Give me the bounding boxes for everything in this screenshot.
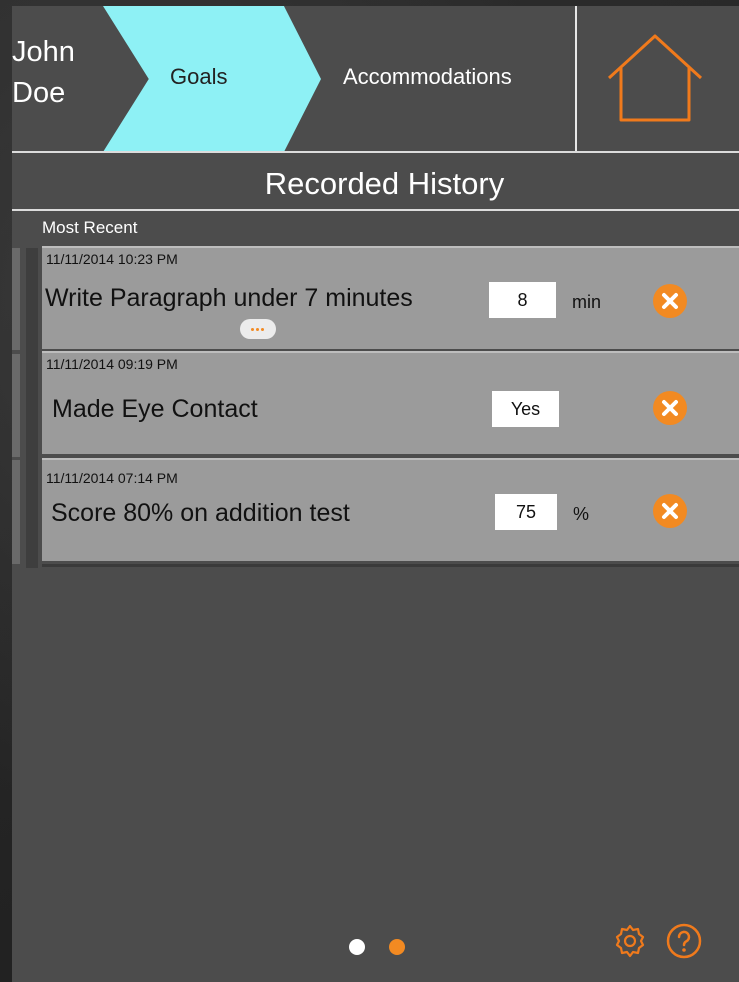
entry-goal: Score 80% on addition test	[51, 499, 350, 527]
page-edge	[12, 460, 20, 564]
history-entry[interactable]: 11/11/2014 07:14 PM Score 80% on additio…	[42, 458, 739, 561]
title-separator	[12, 209, 739, 211]
entry-value-field[interactable]	[489, 282, 556, 318]
delete-entry-button[interactable]	[653, 284, 687, 318]
entry-timestamp: 11/11/2014 09:19 PM	[46, 356, 178, 372]
header-separator	[12, 151, 739, 153]
entry-goal: Write Paragraph under 7 minutes	[45, 284, 413, 312]
close-icon	[662, 293, 678, 309]
tab-goals-label: Goals	[170, 64, 228, 89]
home-button[interactable]	[577, 6, 739, 152]
more-options-button[interactable]	[240, 319, 276, 339]
page-edge-shadow	[26, 248, 38, 568]
history-entry[interactable]: 11/11/2014 10:23 PM Write Paragraph unde…	[42, 246, 739, 349]
entry-unit: min	[572, 292, 602, 312]
student-name: John Doe	[12, 36, 75, 109]
entry-timestamp: 11/11/2014 07:14 PM	[46, 470, 178, 486]
page-edge	[12, 248, 20, 350]
close-icon	[662, 400, 678, 416]
close-icon	[662, 503, 678, 519]
ellipsis-dot	[261, 328, 264, 331]
delete-entry-button[interactable]	[653, 494, 687, 528]
page-title: Recorded History	[264, 166, 505, 201]
ellipsis-dot	[256, 328, 259, 331]
ellipsis-dot	[251, 328, 254, 331]
help-button[interactable]	[665, 922, 703, 960]
tab-accommodations-label: Accommodations	[343, 64, 512, 89]
entry-goal: Made Eye Contact	[52, 395, 258, 423]
page-dot-2[interactable]	[389, 939, 405, 955]
sort-label: Most Recent	[42, 218, 138, 237]
help-icon	[666, 923, 702, 959]
entry-value-field[interactable]	[495, 494, 557, 530]
list-bottom-shadow	[42, 564, 739, 567]
settings-button[interactable]	[611, 922, 649, 960]
entry-timestamp: 11/11/2014 10:23 PM	[46, 251, 178, 267]
entry-unit: %	[573, 504, 590, 524]
delete-entry-button[interactable]	[653, 391, 687, 425]
home-icon	[607, 34, 703, 122]
history-entry[interactable]: 11/11/2014 09:19 PM Made Eye Contact	[42, 351, 739, 454]
page-edge	[12, 354, 20, 457]
settings-icon	[615, 924, 645, 958]
page-dot-1[interactable]	[349, 939, 365, 955]
entry-value-field[interactable]	[492, 391, 559, 427]
